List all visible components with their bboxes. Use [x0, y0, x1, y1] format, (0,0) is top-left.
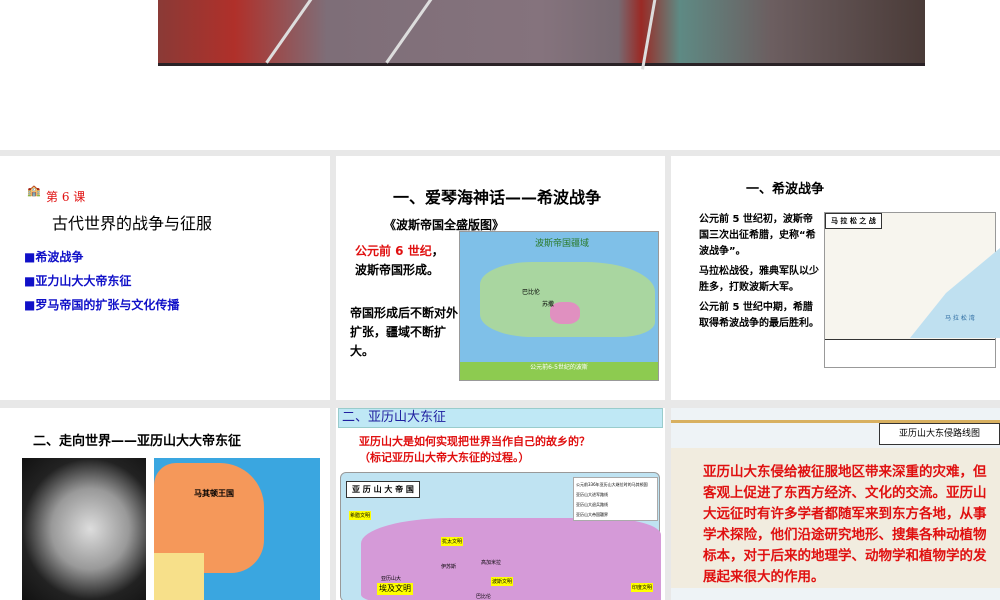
alexander-bust-image: [22, 458, 146, 600]
slide-thumbnail-2[interactable]: 一、爱琴海神话——希波战争 《波斯帝国全盛版图》 公元前 6 世纪，波斯帝国形成…: [336, 156, 665, 400]
slide-title: 一、爱琴海神话——希波战争: [393, 188, 602, 207]
expansion-text: 帝国形成后不断对外扩张，疆域不断扩大。: [350, 306, 459, 358]
body-text: 公元前 5 世纪初，波斯帝国三次出征希腊，史称“希波战争”。 马拉松战役，雅典军…: [699, 214, 819, 329]
slide-title: 古代世界的战争与征服: [52, 214, 213, 233]
question-text: 亚历山大是如何实现把世界当作自己的故乡的？ （标记亚历山大帝大东征的过程。）: [359, 435, 590, 464]
macedonia-map: 马其顿王国: [154, 458, 320, 600]
slide-title: 一、希波战争: [746, 182, 825, 197]
slide-title: 二、走向世界——亚历山大大帝东征: [33, 434, 242, 449]
tag-egypt: 埃及文明: [377, 583, 413, 595]
slide-thumbnail-4[interactable]: 二、走向世界——亚历山大大帝东征 马其顿王国: [0, 408, 330, 600]
slide-thumbnail-6[interactable]: 亚历山大东侵路线图 亚历山大东侵给被征服地区带来深重的灾难，但客观上促进了东西方…: [671, 408, 1000, 600]
slide-header: 二、亚历山大东征: [338, 408, 663, 428]
slide-thumbnail-1[interactable]: 🏫 第 6 课 古代世界的战争与征服 ■希波战争 ■亚力山大大帝东征 ■罗马帝国…: [0, 156, 330, 400]
marathon-battle-map: 马 拉 松 之 战 马 拉 松 湾: [824, 212, 1000, 368]
body-text: 亚历山大东侵给被征服地区带来深重的灾难，但客观上促进了东西方经济、文化的交流。亚…: [703, 464, 987, 585]
alexander-empire-map: 亚 历 山 大 帝 国 公元前336年亚历山大继位时的马其顿国 亚历山大进军路线亚…: [340, 472, 661, 600]
lesson-icon: 🏫: [27, 184, 41, 197]
slide-thumbnail-5[interactable]: 二、亚历山大东征 亚历山大是如何实现把世界当作自己的故乡的？ （标记亚历山大帝大…: [336, 408, 665, 600]
lesson-number: 第 6 课: [46, 190, 86, 204]
slide-thumbnail-3[interactable]: 一、希波战争 公元前 5 世纪初，波斯帝国三次出征希腊，史称“希波战争”。 马拉…: [671, 156, 1000, 400]
video-thumbnail[interactable]: [158, 0, 925, 70]
persia-map: 波斯帝国疆域 巴比伦 苏撒 公元前6-5世纪的波斯: [459, 231, 659, 381]
bullet-list: ■希波战争 ■亚力山大大帝东征 ■罗马帝国的扩张与文化传播: [24, 250, 180, 312]
intro-text: 公元前 6 世纪，波斯帝国形成。: [355, 244, 444, 277]
divider: [0, 400, 1000, 408]
map-title: 亚历山大东侵路线图: [879, 423, 1000, 445]
